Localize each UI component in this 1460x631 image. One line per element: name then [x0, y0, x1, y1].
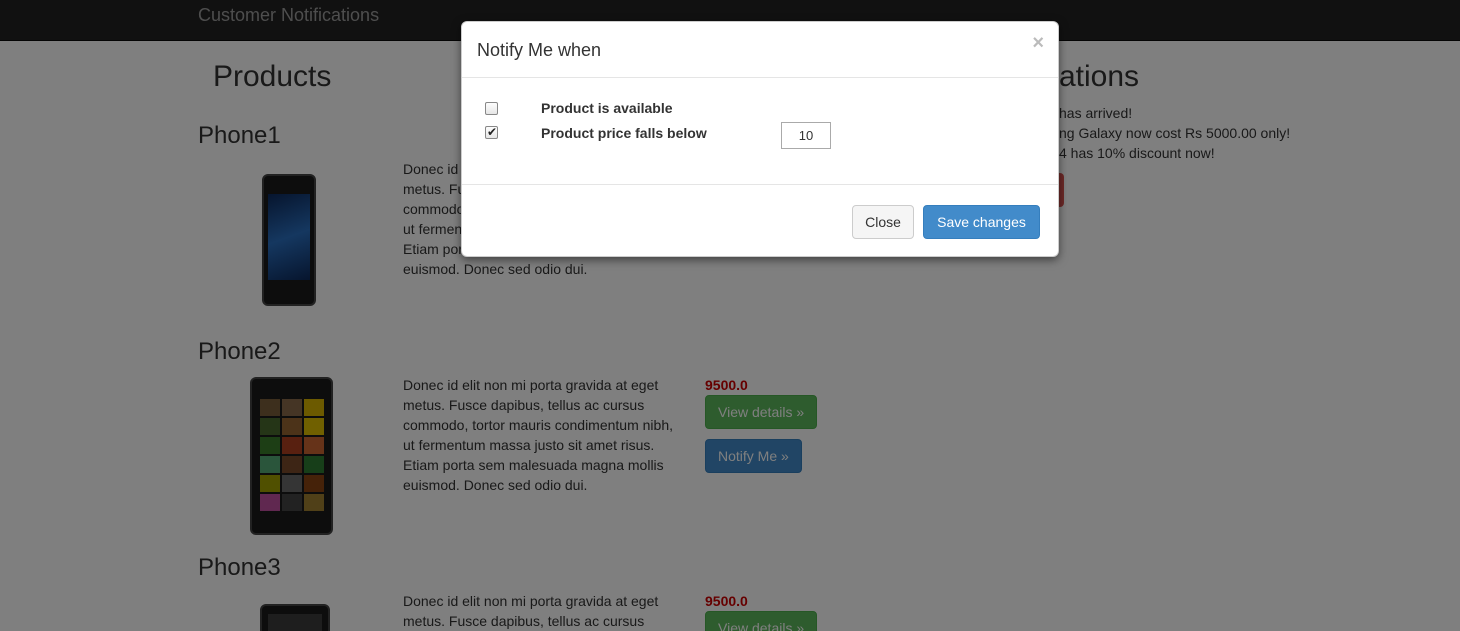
price-falls-below-checkbox[interactable]: ✔	[485, 125, 498, 139]
modal-header: Notify Me when ×	[462, 22, 1058, 78]
price-falls-below-label: Product price falls below	[541, 125, 707, 141]
close-button[interactable]: Close	[852, 205, 914, 239]
notify-modal: Notify Me when × Product is available ✔ …	[461, 21, 1059, 257]
modal-footer: Close Save changes	[462, 184, 1058, 258]
modal-title: Notify Me when	[477, 40, 602, 60]
save-changes-button[interactable]: Save changes	[923, 205, 1040, 239]
product-available-label: Product is available	[541, 100, 673, 116]
checkmark-icon: ✔	[487, 125, 498, 139]
price-threshold-input[interactable]: 10	[781, 122, 831, 149]
close-icon[interactable]: ×	[1032, 33, 1044, 53]
product-available-checkbox[interactable]	[485, 102, 498, 115]
